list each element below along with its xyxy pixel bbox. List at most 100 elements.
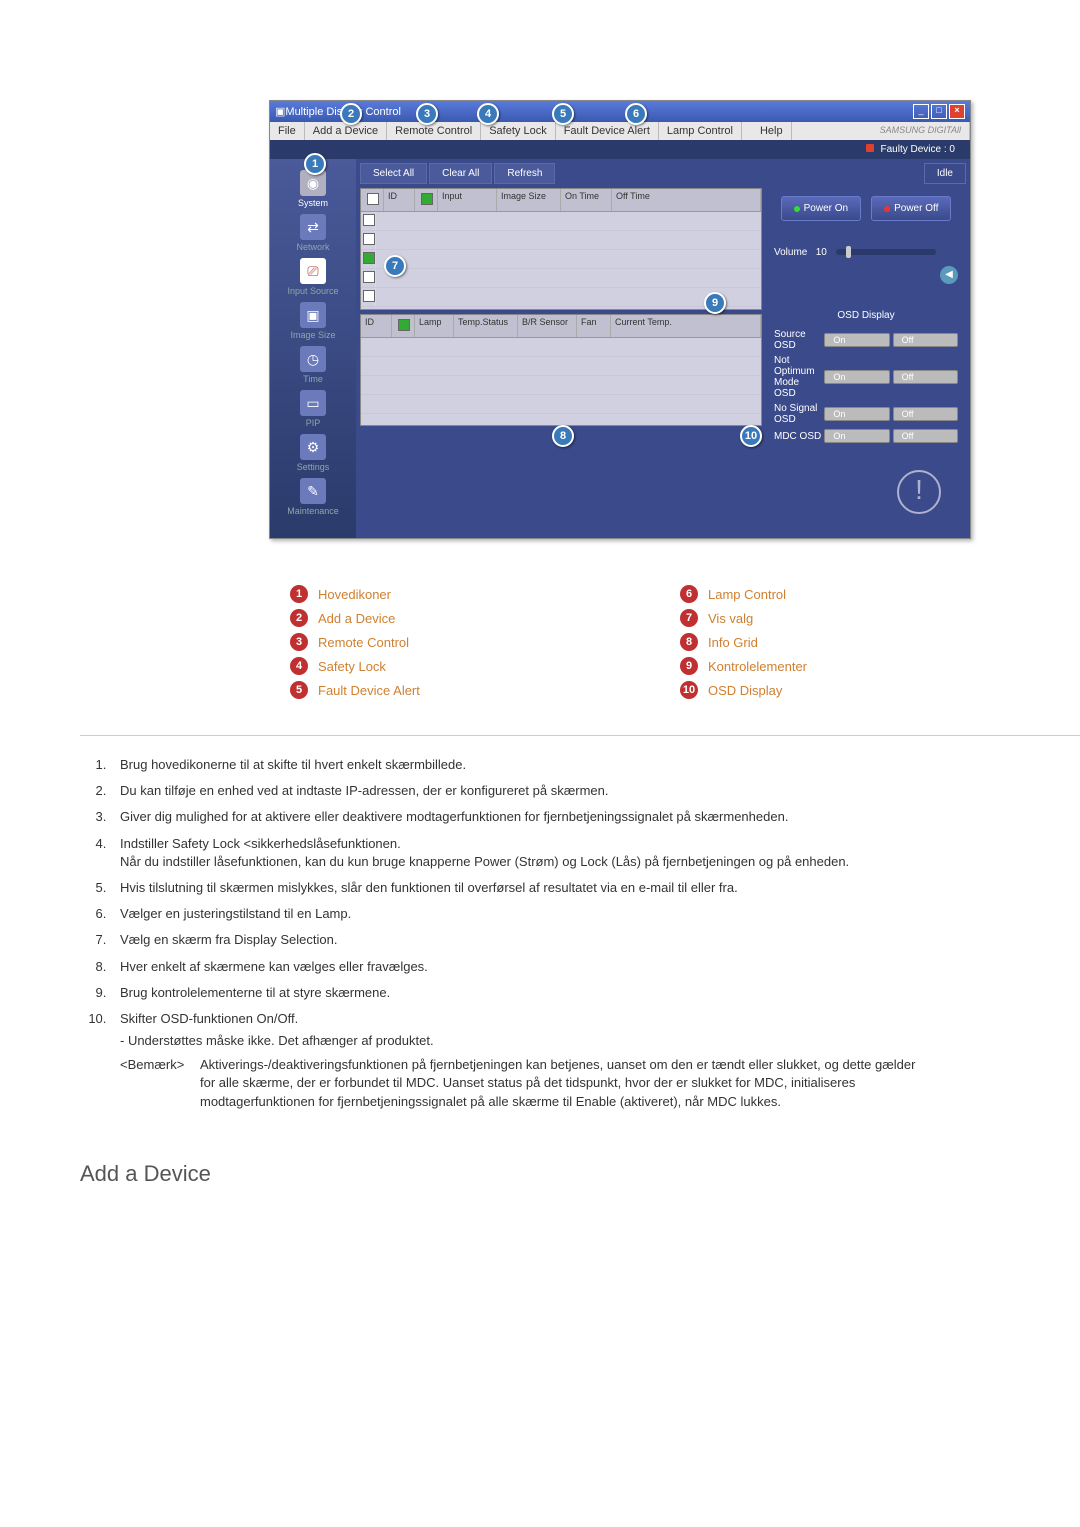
close-button[interactable]: × bbox=[949, 104, 965, 119]
osd-on-button[interactable]: On bbox=[824, 333, 889, 347]
col-id: ID bbox=[361, 315, 392, 337]
sidebar-item-input-source[interactable]: ⎚Input Source bbox=[273, 258, 353, 296]
legend-row: 8Info Grid bbox=[680, 633, 990, 651]
checkbox-icon[interactable] bbox=[421, 193, 433, 205]
col-on-time: On Time bbox=[561, 189, 612, 211]
table-row[interactable] bbox=[361, 338, 761, 357]
checkbox-icon[interactable] bbox=[398, 319, 410, 331]
description-item: Vælger en justeringstilstand til en Lamp… bbox=[110, 905, 1080, 923]
legend-label: Kontrolelementer bbox=[708, 659, 807, 674]
osd-off-button[interactable]: Off bbox=[893, 407, 958, 421]
col-image-size: Image Size bbox=[497, 189, 561, 211]
select-all-button[interactable]: Select All bbox=[360, 163, 427, 184]
callout-8: 8 bbox=[552, 425, 574, 447]
idle-label: Idle bbox=[924, 163, 966, 184]
menu-safety-lock[interactable]: Safety Lock bbox=[481, 122, 555, 140]
legend-label: Lamp Control bbox=[708, 587, 786, 602]
legend-label: Safety Lock bbox=[318, 659, 386, 674]
table-row[interactable] bbox=[361, 231, 761, 250]
description-item: Brug hovedikonerne til at skifte til hve… bbox=[110, 756, 1080, 774]
table-row[interactable] bbox=[361, 376, 761, 395]
legend-row: 1Hovedikoner bbox=[290, 585, 600, 603]
legend-number: 4 bbox=[290, 657, 308, 675]
callout-10: 10 bbox=[740, 425, 762, 447]
note: <Bemærk>Aktiverings-/deaktiveringsfunkti… bbox=[120, 1056, 1080, 1111]
input-source-icon: ⎚ bbox=[300, 258, 326, 284]
osd-optimum-label: Not Optimum Mode OSD bbox=[774, 355, 821, 399]
power-on-button[interactable]: Power On bbox=[781, 196, 861, 221]
description-item: Skifter OSD-funktionen On/Off.- Understø… bbox=[110, 1010, 1080, 1111]
table-row[interactable] bbox=[361, 395, 761, 414]
col-current-temp: Current Temp. bbox=[611, 315, 761, 337]
brand-label: SAMSUNG DIGITAll bbox=[872, 122, 970, 140]
minimize-button[interactable]: _ bbox=[913, 104, 929, 119]
note-label: <Bemærk> bbox=[120, 1056, 200, 1074]
power-off-button[interactable]: Power Off bbox=[871, 196, 951, 221]
legend-label: OSD Display bbox=[708, 683, 782, 698]
sidebar-item-image-size[interactable]: ▣Image Size bbox=[273, 302, 353, 340]
legend-row: 7Vis valg bbox=[680, 609, 990, 627]
table-row[interactable] bbox=[361, 269, 761, 288]
menu-help[interactable]: Help bbox=[752, 122, 792, 140]
osd-off-button[interactable]: Off bbox=[893, 370, 958, 384]
titlebar: ▣ Multiple Display Control _ □ × bbox=[270, 101, 970, 122]
table-row[interactable] bbox=[361, 212, 761, 231]
sidebar-item-maintenance[interactable]: ✎Maintenance bbox=[273, 478, 353, 516]
col-fan: Fan bbox=[577, 315, 611, 337]
legend-number: 1 bbox=[290, 585, 308, 603]
sidebar-item-pip[interactable]: ▭PIP bbox=[273, 390, 353, 428]
speaker-icon[interactable]: ◀ bbox=[940, 266, 958, 284]
col-lamp: Lamp bbox=[415, 315, 454, 337]
clear-all-button[interactable]: Clear All bbox=[429, 163, 492, 184]
table-row[interactable] bbox=[361, 288, 761, 307]
refresh-button[interactable]: Refresh bbox=[494, 163, 555, 184]
col-id: ID bbox=[384, 189, 415, 211]
volume-label: Volume bbox=[774, 247, 807, 258]
image-size-icon: ▣ bbox=[300, 302, 326, 328]
legend-number: 6 bbox=[680, 585, 698, 603]
osd-off-button[interactable]: Off bbox=[893, 333, 958, 347]
osd-off-button[interactable]: Off bbox=[893, 429, 958, 443]
sidebar-item-settings[interactable]: ⚙Settings bbox=[273, 434, 353, 472]
alert-icon: ! bbox=[897, 470, 941, 514]
maximize-button[interactable]: □ bbox=[931, 104, 947, 119]
legend: 1Hovedikoner2Add a Device3Remote Control… bbox=[250, 579, 990, 705]
display-selection-grid[interactable]: ID Input Image Size On Time Off Time bbox=[360, 188, 762, 310]
legend-label: Fault Device Alert bbox=[318, 683, 420, 698]
osd-nosignal-label: No Signal OSD bbox=[774, 403, 821, 425]
menu-fault-device-alert[interactable]: Fault Device Alert bbox=[556, 122, 659, 140]
sidebar-item-time[interactable]: ◷Time bbox=[273, 346, 353, 384]
callout-1: 1 bbox=[304, 153, 326, 175]
osd-on-button[interactable]: On bbox=[824, 370, 889, 384]
description-item: Giver dig mulighed for at aktivere eller… bbox=[110, 808, 1080, 826]
sidebar-item-system[interactable]: ◉System bbox=[273, 170, 353, 208]
legend-row: 10 OSD Display bbox=[680, 681, 990, 699]
pip-icon: ▭ bbox=[300, 390, 326, 416]
legend-row: 6 Lamp Control bbox=[680, 585, 990, 603]
osd-mdc-label: MDC OSD bbox=[774, 431, 821, 442]
menu-add-device[interactable]: Add a Device bbox=[305, 122, 387, 140]
osd-on-button[interactable]: On bbox=[824, 429, 889, 443]
volume-slider[interactable] bbox=[836, 249, 936, 255]
sub-note: - Understøttes måske ikke. Det afhænger … bbox=[120, 1032, 1080, 1050]
description-item: Du kan tilføje en enhed ved at indtaste … bbox=[110, 782, 1080, 800]
checkbox-icon[interactable] bbox=[367, 193, 379, 205]
menu-file[interactable]: File bbox=[270, 122, 305, 140]
description-list: Brug hovedikonerne til at skifte til hve… bbox=[80, 756, 1080, 1111]
info-grid[interactable]: ID Lamp Temp.Status B/R Sensor Fan Curre… bbox=[360, 314, 762, 426]
col-br-sensor: B/R Sensor bbox=[518, 315, 577, 337]
table-row[interactable] bbox=[361, 250, 761, 269]
legend-label: Info Grid bbox=[708, 635, 758, 650]
osd-on-button[interactable]: On bbox=[824, 407, 889, 421]
sidebar-item-network[interactable]: ⇄Network bbox=[273, 214, 353, 252]
legend-row: 3Remote Control bbox=[290, 633, 600, 651]
description-item: Hvis tilslutning til skærmen mislykkes, … bbox=[110, 879, 1080, 897]
legend-number: 5 bbox=[290, 681, 308, 699]
col-off-time: Off Time bbox=[612, 189, 761, 211]
menu-remote-control[interactable]: Remote Control bbox=[387, 122, 481, 140]
osd-panel: OSD Display Source OSDOnOff Not Optimum … bbox=[766, 302, 966, 455]
table-row[interactable] bbox=[361, 357, 761, 376]
legend-number: 10 bbox=[680, 681, 698, 699]
menu-lamp-control[interactable]: Lamp Control bbox=[659, 122, 742, 140]
legend-number: 3 bbox=[290, 633, 308, 651]
